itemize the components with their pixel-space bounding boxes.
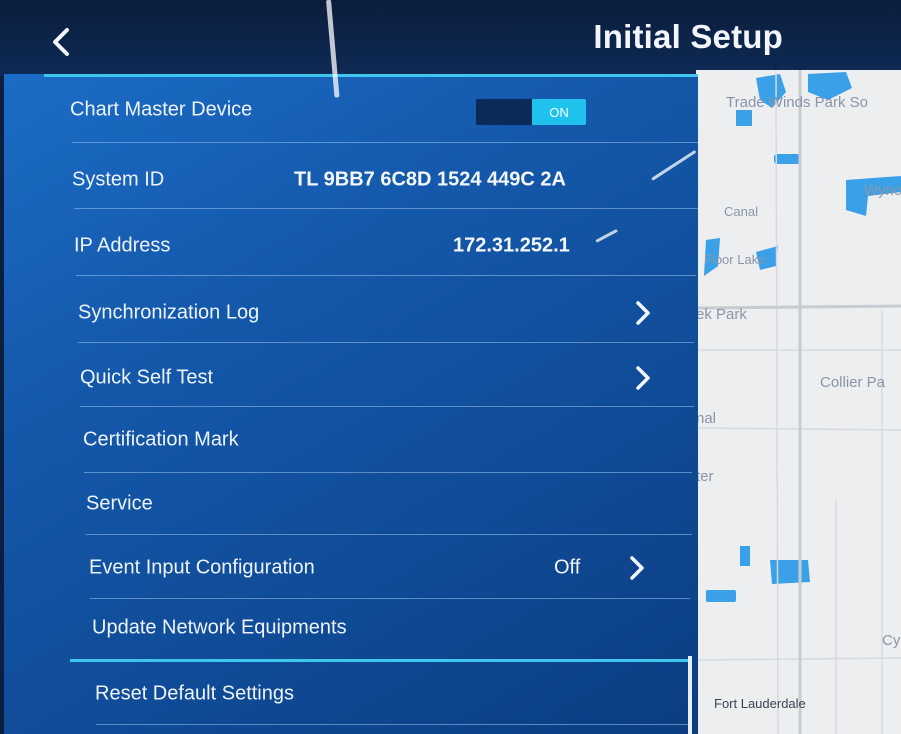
service-label: Service [86, 492, 153, 515]
setup-panel: Chart Master Device ON System ID TL 9BB7… [4, 74, 698, 734]
chevron-right-icon [636, 301, 650, 325]
page-title: Initial Setup [593, 18, 783, 55]
divider [72, 142, 698, 143]
chevron-right-icon [636, 366, 650, 390]
divider [76, 275, 696, 276]
synchronization-log-label: Synchronization Log [78, 301, 260, 324]
background-map[interactable]: Trade Winds Park So Wyno Canal Floor Lak… [696, 70, 901, 734]
chevron-right-icon [630, 556, 644, 580]
quick-self-test-label: Quick Self Test [80, 366, 214, 389]
back-button[interactable] [38, 22, 84, 62]
reset-default-settings-label: Reset Default Settings [95, 682, 294, 705]
quick-self-test-row[interactable]: Quick Self Test [4, 346, 698, 410]
reset-default-settings-row[interactable]: Reset Default Settings [4, 662, 698, 726]
synchronization-log-row[interactable]: Synchronization Log [4, 281, 698, 345]
system-id-value: TL 9BB7 6C8D 1524 449C 2A [294, 168, 566, 191]
ip-address-row: IP Address 172.31.252.1 [4, 214, 698, 278]
update-network-equipments-row[interactable]: Update Network Equipments [4, 596, 698, 660]
map-highways [696, 70, 901, 734]
map-label: Cy [882, 632, 901, 649]
chart-master-device-row[interactable]: Chart Master Device ON [4, 78, 698, 142]
event-input-status-value: Off [554, 556, 581, 579]
divider [74, 208, 698, 209]
toggle-on-segment: ON [532, 99, 586, 125]
map-label: Fort Lauderdale [714, 696, 806, 711]
map-label: Floor Lake [704, 252, 766, 267]
system-id-row: System ID TL 9BB7 6C8D 1524 449C 2A [4, 148, 698, 212]
service-row[interactable]: Service [4, 472, 698, 536]
panel-top-accent [44, 74, 698, 77]
event-input-configuration-row[interactable]: Event Input Configuration Off [4, 536, 698, 600]
header-bar: Initial Setup [0, 0, 901, 76]
divider [86, 534, 692, 535]
certification-mark-label: Certification Mark [83, 428, 239, 451]
ip-address-value: 172.31.252.1 [453, 234, 570, 257]
event-input-configuration-label: Event Input Configuration [89, 556, 315, 579]
map-label: Canal [724, 204, 758, 219]
map-label: nal [696, 410, 717, 427]
scrollbar[interactable] [688, 656, 692, 734]
map-graphic [696, 70, 901, 734]
divider [78, 342, 694, 343]
map-label: Wyno [864, 182, 901, 199]
chart-master-toggle[interactable]: ON [476, 99, 586, 125]
map-label: Collier Pa [820, 374, 886, 391]
map-label: ek Park [696, 306, 747, 323]
chevron-left-icon [53, 28, 69, 56]
toggle-off-segment [476, 99, 532, 125]
map-label: ter [696, 468, 714, 485]
map-label: Trade Winds Park So [726, 94, 868, 111]
map-water-bodies [704, 72, 901, 602]
update-network-equipments-label: Update Network Equipments [92, 616, 347, 639]
device-screen: Initial Setup Trade Winds Park So Wyno C… [0, 0, 901, 734]
certification-mark-row[interactable]: Certification Mark [4, 408, 698, 472]
chart-master-device-label: Chart Master Device [70, 98, 253, 121]
divider [96, 724, 688, 725]
system-id-label: System ID [72, 168, 165, 191]
divider [80, 406, 694, 407]
ip-address-label: IP Address [74, 234, 171, 257]
